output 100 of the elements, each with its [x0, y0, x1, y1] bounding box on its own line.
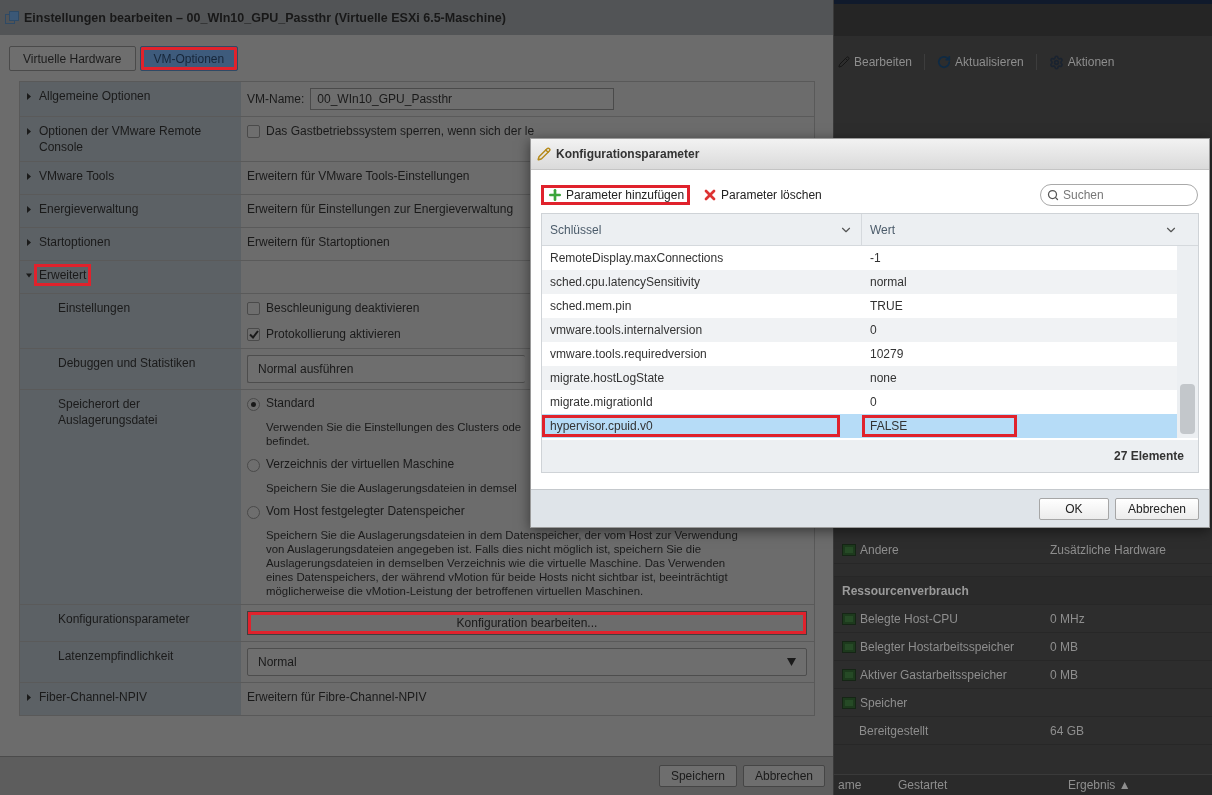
radio-label: Verzeichnis der virtuellen Maschine: [266, 457, 456, 471]
radio-button[interactable]: [247, 459, 260, 472]
plus-icon: [547, 187, 563, 203]
column-header[interactable]: ame: [838, 777, 878, 793]
expand-arrow-icon[interactable]: [26, 93, 32, 100]
edit-configuration-button[interactable]: Konfiguration bearbeiten...: [247, 611, 807, 635]
resource-label: Belegte Host-CPU: [834, 611, 1044, 626]
expand-arrow-icon[interactable]: [26, 128, 32, 135]
dialog-button[interactable]: Abbrechen: [1114, 497, 1199, 520]
column-header[interactable]: Ergebnis ▲: [1068, 777, 1131, 793]
resource-label: Aktiver Gastarbeitsspeicher: [834, 667, 1044, 682]
table-cell-text: migrate.migrationId: [549, 394, 654, 411]
table-cell-text: TRUE: [869, 298, 904, 315]
radio-button[interactable]: [247, 506, 260, 519]
section-summary: Erweitern für VMware Tools-Einstellungen: [247, 169, 470, 183]
table-row[interactable]: sched.cpu.latencySensitivity normal: [542, 270, 1177, 294]
expand-arrow-icon[interactable]: [26, 239, 32, 246]
table-row[interactable]: vmware.tools.internalversion 0: [542, 318, 1177, 342]
chip-icon: [842, 612, 856, 625]
refresh-icon: [937, 55, 952, 69]
dialog-button[interactable]: Abbrechen: [742, 765, 825, 787]
expand-arrow-icon[interactable]: [26, 694, 32, 701]
dialog-title: Konfigurationsparameter: [556, 147, 700, 161]
section-summary: Erweitern für Fibre-Channel-NPIV: [247, 690, 427, 704]
section-label: Einstellungen: [57, 300, 132, 317]
option-description: Speichern Sie die Auslagerungsdateien in demsel: [266, 481, 517, 495]
section-label: Konfigurationsparameter: [57, 611, 191, 628]
dialog-title: Einstellungen bearbeiten – 00_WIn10_GPU_Passthr (Virtuelle ESXi 6.5-Maschine): [24, 10, 506, 25]
table-row[interactable]: hypervisor.cpuid.v0 FALSE: [542, 414, 1177, 438]
dropdown[interactable]: Normal: [247, 648, 807, 676]
vm-name-field[interactable]: 00_WIn10_GPU_Passthr: [310, 88, 615, 110]
expand-arrow-icon[interactable]: [26, 206, 32, 213]
group-header: Ressourcenverbrauch: [841, 583, 970, 598]
resource-label: Belegter Hostarbeitsspeicher: [834, 639, 1044, 654]
toolbar-button[interactable]: Bearbeiten: [836, 55, 915, 69]
field-label: VM-Name:: [247, 91, 305, 107]
expand-arrow-icon[interactable]: [26, 272, 32, 279]
dropdown[interactable]: Normal ausführen: [247, 355, 525, 383]
chip-icon: [842, 668, 856, 681]
table-cell-text: RemoteDisplay.maxConnections: [549, 250, 725, 267]
tab[interactable]: VM-Optionen: [139, 46, 239, 71]
table-cell-text: sched.cpu.latencySensitivity: [549, 274, 702, 291]
table-cell: FALSE: [862, 415, 1017, 437]
toolbar-button[interactable]: Aktualisieren: [935, 55, 1026, 69]
section-summary: Erweitern für Startoptionen: [247, 235, 390, 249]
resource-label: Speicher: [834, 695, 1044, 710]
checkbox[interactable]: [247, 327, 260, 341]
chip-icon: [842, 696, 856, 709]
table-cell-text: sched.mem.pin: [549, 298, 633, 315]
tab[interactable]: Virtuelle Hardware: [9, 46, 136, 71]
column-header[interactable]: Gestartet: [898, 777, 1048, 793]
search-field[interactable]: Suchen: [1040, 184, 1198, 206]
checkbox[interactable]: [247, 301, 260, 315]
section-label: Debuggen und Statistiken: [57, 355, 197, 372]
table-cell-text: migrate.hostLogState: [549, 370, 666, 387]
table-cell-text: -1: [869, 250, 882, 267]
option-description: Verwenden Sie die Einstellungen des Clusters ode befindet.: [266, 420, 522, 448]
section-label[interactable]: Erweitert: [34, 264, 92, 286]
table-cell-text: vmware.tools.requiredversion: [549, 346, 708, 363]
table-row[interactable]: migrate.hostLogState none: [542, 366, 1177, 390]
radio-label: Vom Host festgelegter Datenspeicher: [266, 504, 466, 518]
resource-label: Andere: [834, 542, 1044, 557]
item-count: 27 Elemente: [1113, 449, 1184, 463]
option-description: Speichern Sie die Auslagerungsdateien in dem Datenspeicher, der vom Host zur Verwendung von Auslagerungsdateien angegeben ist. Falls dies nicht möglich ist, speichern Sie die Auslagerungsdateien in demselben Verzeichnis wie die virtuelle Maschine. Das Verwenden eines Datenspeichers, der während vMotion für beide Hosts nicht sichtbar ist, beeinträchtigt möglicherweise die vMotion-Leistung der betroffenen virtuellen Maschinen.: [266, 528, 738, 598]
resource-value: 0 MB: [1049, 667, 1079, 682]
resource-label: Bereitgestellt: [858, 723, 930, 738]
scrollbar-thumb[interactable]: [1180, 384, 1195, 434]
expand-arrow-icon[interactable]: [26, 173, 32, 180]
column-header[interactable]: Schlüssel: [542, 214, 862, 245]
dialog-button[interactable]: Speichern: [658, 765, 737, 787]
resource-value: 0 MHz: [1049, 611, 1086, 626]
radio-button[interactable]: [247, 398, 260, 411]
pencil-icon: [838, 56, 850, 68]
window-icon: [5, 11, 19, 24]
section-label: Latenzempfindlichkeit: [57, 648, 175, 665]
chip-icon: [842, 640, 856, 653]
radio-label: Standard: [266, 396, 316, 410]
toolbar-button[interactable]: Aktionen: [1046, 54, 1117, 70]
table-cell-text: 0: [869, 322, 878, 339]
pencil-icon: [537, 147, 551, 161]
column-header[interactable]: Wert: [862, 214, 1198, 245]
chip-icon: [842, 543, 856, 556]
checkbox-label: Beschleunigung deaktivieren: [266, 300, 420, 316]
resource-value: Zusätzliche Hardware: [1049, 542, 1168, 557]
section-label: Speicherort der Auslagerungsdatei: [57, 396, 159, 429]
resource-value: 0 MB: [1049, 639, 1079, 654]
table-cell-text: 0: [869, 394, 878, 411]
table-cell: hypervisor.cpuid.v0: [542, 415, 840, 437]
dialog-button[interactable]: OK: [1038, 497, 1109, 520]
resource-value: 64 GB: [1049, 723, 1086, 738]
dropdown-arrow-icon: [787, 658, 796, 666]
table-cell-text: vmware.tools.internalversion: [549, 322, 704, 339]
checkbox[interactable]: [247, 124, 260, 138]
checkbox-label: Protokollierung aktivieren: [266, 326, 401, 342]
table-cell-text: 10279: [869, 346, 905, 363]
checkbox-label: Das Gastbetriebssystem sperren, wenn sich der le: [266, 123, 535, 139]
table-cell-text: normal: [869, 274, 908, 291]
add-parameter-button[interactable]: Parameter hinzufügen: [541, 185, 691, 205]
section-summary: Erweitern für Einstellungen zur Energieverwaltung: [247, 202, 514, 216]
table-cell-text: none: [869, 370, 898, 387]
